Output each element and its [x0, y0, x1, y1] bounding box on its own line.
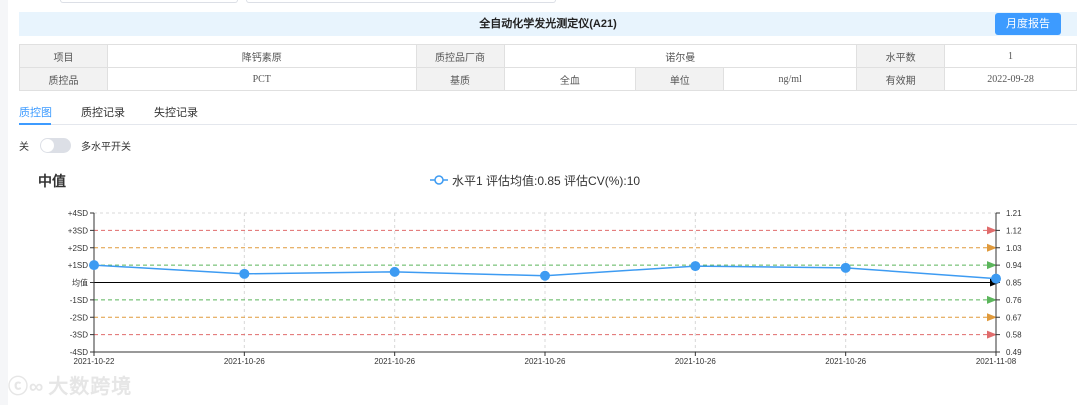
y-left-tick-label: -4SD — [70, 348, 88, 357]
y-right-tick-label: 1.03 — [1006, 244, 1022, 253]
toggle-state-label: 关 — [19, 142, 29, 153]
y-left-tick-label: +4SD — [68, 209, 88, 218]
y-right-tick-label: 0.94 — [1006, 261, 1022, 270]
qc-info-table: 项目 降钙素原 质控品厂商 诺尔曼 水平数 1 质控品 PCT 基质 全血 单位… — [19, 44, 1077, 91]
top-field-fragment — [246, 0, 556, 3]
legend-marker — [434, 175, 444, 185]
watermark-text: 大数跨境 — [48, 376, 133, 398]
level-count-value: 1 — [944, 44, 1077, 68]
item-label: 项目 — [19, 44, 108, 68]
y-left-tick-label: 均值 — [72, 278, 88, 288]
y-right-tick-label: 0.58 — [1006, 331, 1022, 340]
switch-knob — [41, 139, 54, 152]
tab-qc-chart[interactable]: 质控图 — [19, 104, 52, 120]
x-tick-label: 2021-10-22 — [74, 357, 115, 366]
x-tick-label: 2021-10-26 — [825, 357, 866, 366]
x-tick-label: 2021-10-26 — [224, 357, 265, 366]
qc-levey-jennings-chart: 水平1 评估均值:0.85 评估CV(%):10 +4SD 1.21 +3SD 1.12… — [68, 173, 1022, 366]
data-point — [690, 261, 701, 272]
multi-level-switch[interactable] — [40, 138, 71, 153]
y-right-tick-label: 1.12 — [1006, 226, 1022, 235]
x-tick-label: 2021-11-08 — [976, 357, 1017, 366]
data-point — [991, 273, 1001, 284]
expiry-label: 有效期 — [856, 67, 946, 91]
matrix-value: 全血 — [503, 67, 637, 91]
y-left-tick-label: +3SD — [68, 226, 88, 235]
y-right-tick-label: 0.67 — [1006, 313, 1022, 322]
y-left-tick-label: -2SD — [70, 313, 88, 322]
tab-out-of-control-records[interactable]: 失控记录 — [154, 104, 198, 120]
level-count-label: 水平数 — [856, 44, 946, 68]
multi-level-label: 多水平开关 — [81, 142, 131, 153]
y-left-tick-label: +2SD — [68, 244, 88, 253]
y-right-tick-label: 0.49 — [1006, 348, 1022, 357]
manufacturer-value: 诺尔曼 — [503, 44, 858, 68]
expiry-value: 2022-09-28 — [944, 67, 1077, 91]
x-tick-label: 2021-10-26 — [525, 357, 566, 366]
info-row: 项目 降钙素原 质控品厂商 诺尔曼 水平数 1 — [19, 44, 1077, 68]
unit-label: 单位 — [635, 67, 725, 91]
manufacturer-label: 质控品厂商 — [415, 44, 505, 68]
item-value: 降钙素原 — [106, 44, 417, 68]
data-point — [89, 260, 99, 271]
unit-value: ng/ml — [723, 67, 858, 91]
data-point — [389, 266, 400, 277]
top-field-fragment — [60, 0, 238, 3]
qc-material-label: 质控品 — [19, 67, 108, 91]
monthly-report-button[interactable]: 月度报告 — [995, 13, 1061, 35]
y-right-tick-label: 0.76 — [1006, 296, 1022, 305]
data-point — [840, 262, 851, 273]
legend-label: 水平1 评估均值:0.85 评估CV(%):10 — [452, 173, 640, 188]
tab-bar: 质控图 质控记录 失控记录 — [19, 100, 1077, 125]
watermark-logo-icon: ⓒ∞ — [8, 376, 45, 398]
data-point — [239, 268, 250, 279]
tab-qc-records[interactable]: 质控记录 — [81, 104, 125, 120]
y-left-tick-label: -3SD — [70, 331, 88, 340]
watermark: ⓒ∞ 大数跨境 — [8, 370, 132, 399]
matrix-label: 基质 — [415, 67, 505, 91]
active-tab-indicator — [19, 123, 51, 125]
y-left-tick-label: +1SD — [68, 261, 88, 270]
qc-material-value: PCT — [106, 67, 417, 91]
y-right-tick-label: 0.85 — [1006, 279, 1022, 288]
info-row: 质控品 PCT 基质 全血 单位 ng/ml 有效期 2022-09-28 — [19, 67, 1077, 91]
x-tick-label: 2021-10-26 — [374, 357, 415, 366]
instrument-title: 全自动化学发光测定仪(A21) — [479, 18, 617, 30]
y-left-tick-label: -1SD — [70, 296, 88, 305]
x-tick-label: 2021-10-26 — [675, 357, 716, 366]
data-point — [540, 270, 550, 281]
y-right-tick-label: 1.21 — [1006, 209, 1022, 218]
instrument-title-bar: 全自动化学发光测定仪(A21) 月度报告 — [19, 12, 1077, 36]
